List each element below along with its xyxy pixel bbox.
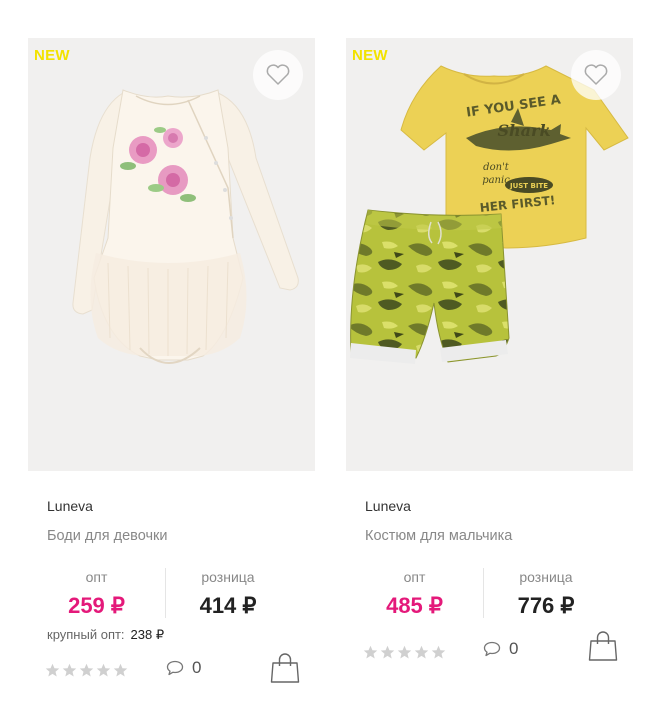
heart-icon bbox=[584, 64, 608, 85]
price-block: опт 485 ₽ розница 776 ₽ bbox=[346, 566, 633, 620]
product-card[interactable]: IF YOU SEE A Shark don't panic JUST BITE… bbox=[346, 38, 633, 661]
add-to-favorites-button[interactable] bbox=[253, 50, 303, 100]
wholesale-value: 485 ₽ bbox=[386, 593, 443, 618]
new-badge: NEW bbox=[352, 47, 388, 64]
add-to-cart-button[interactable] bbox=[270, 652, 300, 684]
boy-suit-photo: IF YOU SEE A Shark don't panic JUST BITE… bbox=[346, 38, 633, 471]
price-divider bbox=[165, 568, 166, 618]
bulk-price-label: крупный опт: bbox=[47, 627, 125, 642]
wholesale-value: 259 ₽ bbox=[68, 593, 125, 618]
star-icon[interactable] bbox=[62, 663, 77, 678]
product-name[interactable]: Боди для девочки bbox=[47, 528, 167, 544]
star-icon[interactable] bbox=[45, 663, 60, 678]
retail-value: 776 ₽ bbox=[517, 593, 575, 618]
wholesale-price: опт 259 ₽ bbox=[28, 566, 165, 618]
new-badge: NEW bbox=[34, 47, 70, 64]
comments-count: 0 bbox=[192, 658, 202, 677]
comments-link[interactable]: 0 bbox=[483, 639, 518, 659]
retail-price: розница 776 ₽ bbox=[486, 566, 606, 618]
star-icon[interactable] bbox=[113, 663, 128, 678]
product-brand[interactable]: Luneva bbox=[47, 498, 93, 514]
bulk-price: крупный опт: 238 ₽ bbox=[47, 627, 164, 643]
wholesale-price: опт 485 ₽ bbox=[346, 566, 483, 618]
rating-stars[interactable] bbox=[363, 645, 446, 660]
product-name[interactable]: Костюм для мальчика bbox=[365, 528, 512, 544]
girl-bodysuit-photo bbox=[28, 38, 315, 471]
comment-icon bbox=[483, 641, 501, 657]
star-icon[interactable] bbox=[414, 645, 429, 660]
shopping-bag-icon bbox=[588, 631, 618, 661]
tshirt-print-line3: don't bbox=[483, 162, 510, 173]
retail-label: розница bbox=[201, 569, 255, 585]
star-icon[interactable] bbox=[79, 663, 94, 678]
product-image[interactable]: IF YOU SEE A Shark don't panic JUST BITE… bbox=[346, 38, 633, 471]
star-icon[interactable] bbox=[431, 645, 446, 660]
rating-stars[interactable] bbox=[45, 663, 128, 678]
star-icon[interactable] bbox=[397, 645, 412, 660]
wholesale-label: опт bbox=[403, 569, 426, 585]
bulk-price-value: 238 ₽ bbox=[130, 627, 165, 642]
comment-icon bbox=[166, 660, 184, 676]
price-block: опт 259 ₽ розница 414 ₽ bbox=[28, 566, 315, 620]
comments-count: 0 bbox=[509, 639, 519, 658]
add-to-favorites-button[interactable] bbox=[571, 50, 621, 100]
comments-link[interactable]: 0 bbox=[166, 658, 201, 678]
shopping-bag-icon bbox=[270, 653, 300, 683]
retail-price: розница 414 ₽ bbox=[168, 566, 288, 618]
tshirt-print-line2: Shark bbox=[497, 121, 550, 140]
star-icon[interactable] bbox=[96, 663, 111, 678]
tshirt-print-line5: JUST BITE bbox=[509, 182, 548, 190]
product-brand[interactable]: Luneva bbox=[365, 498, 411, 514]
product-image[interactable]: NEW bbox=[28, 38, 315, 471]
price-divider bbox=[483, 568, 484, 618]
wholesale-label: опт bbox=[85, 569, 108, 585]
add-to-cart-button[interactable] bbox=[588, 630, 618, 662]
retail-value: 414 ₽ bbox=[199, 593, 257, 618]
retail-label: розница bbox=[519, 569, 573, 585]
product-card[interactable]: NEW Luneva Боди для девочки опт 259 ₽ ро… bbox=[28, 38, 315, 683]
star-icon[interactable] bbox=[380, 645, 395, 660]
star-icon[interactable] bbox=[363, 645, 378, 660]
heart-icon bbox=[266, 64, 290, 85]
